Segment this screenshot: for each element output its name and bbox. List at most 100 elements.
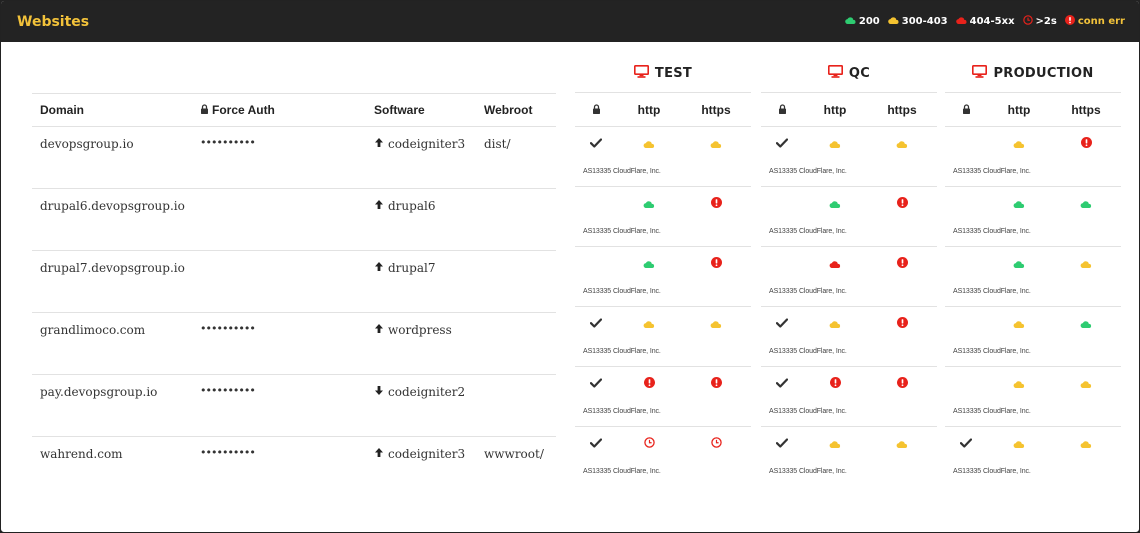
- force-auth-password: ••••••••••: [200, 136, 256, 149]
- cloud-warn-icon[interactable]: [1013, 373, 1025, 392]
- cloud-warn-icon[interactable]: [1013, 313, 1025, 332]
- cloud-warn-icon[interactable]: [829, 313, 841, 332]
- monitor-icon: [972, 64, 988, 82]
- environment-row: AS13335 CloudFlare, Inc.: [945, 427, 1121, 487]
- cloud-warn-icon[interactable]: [1080, 433, 1092, 452]
- arrow-up-icon: [374, 323, 384, 337]
- error-icon[interactable]: [710, 253, 722, 272]
- cloud-warn-icon[interactable]: [896, 133, 908, 152]
- asn-label: AS13335 CloudFlare, Inc.: [953, 348, 1031, 355]
- cloud-warn-icon[interactable]: [829, 433, 841, 452]
- cloud-warn-icon[interactable]: [829, 133, 841, 152]
- clock-icon[interactable]: [643, 433, 655, 452]
- app-window: Websites 200 300-403 404-5xx >2s conn err Do…: [0, 0, 1140, 533]
- table-row: grandlimoco.com •••••••••• wordpress: [32, 313, 556, 375]
- https-header: https: [1071, 102, 1101, 117]
- domain-link[interactable]: drupal6.devopsgroup.io: [32, 199, 200, 213]
- cloud-ok-icon[interactable]: [1080, 313, 1092, 332]
- cloud-warn-icon[interactable]: [710, 133, 722, 152]
- clock-icon: [1022, 15, 1033, 28]
- legend-item: conn err: [1064, 15, 1125, 28]
- domain-link[interactable]: wahrend.com: [32, 447, 200, 461]
- legend-label: 404-5xx: [969, 16, 1015, 27]
- error-icon[interactable]: [896, 373, 908, 392]
- environment-row: AS13335 CloudFlare, Inc.: [761, 427, 937, 487]
- lock-icon: [592, 103, 601, 117]
- environment-row: AS13335 CloudFlare, Inc.: [761, 307, 937, 367]
- cloud-warn-icon[interactable]: [1080, 253, 1092, 272]
- environment-row: AS13335 CloudFlare, Inc.: [575, 427, 751, 487]
- cloud-ok-icon[interactable]: [1013, 253, 1025, 272]
- legend-item: 300-403: [887, 16, 948, 27]
- error-icon[interactable]: [896, 193, 908, 212]
- domain-link[interactable]: grandlimoco.com: [32, 323, 200, 337]
- asn-label: AS13335 CloudFlare, Inc.: [583, 168, 661, 175]
- cloud-ok-icon[interactable]: [643, 193, 655, 212]
- environment-row: AS13335 CloudFlare, Inc.: [575, 247, 751, 307]
- webroot: dist/: [484, 137, 511, 151]
- cloud-warn-icon[interactable]: [643, 133, 655, 152]
- error-icon[interactable]: [643, 373, 655, 392]
- lock-icon: [962, 103, 971, 117]
- environment-panel-qc: QC http https AS13335 CloudFlare, Inc. AS133…: [761, 54, 937, 487]
- error-icon[interactable]: [1080, 133, 1092, 152]
- cloud-ok-icon[interactable]: [829, 193, 841, 212]
- environment-title: TEST: [575, 54, 751, 93]
- cloud-warn-icon[interactable]: [643, 313, 655, 332]
- asn-label: AS13335 CloudFlare, Inc.: [769, 168, 847, 175]
- clock-icon[interactable]: [710, 433, 722, 452]
- table-row: devopsgroup.io •••••••••• codeigniter3 dist…: [32, 127, 556, 189]
- cloud-ok-icon[interactable]: [1080, 193, 1092, 212]
- domain-link[interactable]: drupal7.devopsgroup.io: [32, 261, 200, 275]
- table-row: pay.devopsgroup.io •••••••••• codeigniter2: [32, 375, 556, 437]
- legend-label: >2s: [1035, 16, 1057, 27]
- asn-label: AS13335 CloudFlare, Inc.: [769, 468, 847, 475]
- asn-label: AS13335 CloudFlare, Inc.: [769, 408, 847, 415]
- error-icon[interactable]: [829, 373, 841, 392]
- cloud-warn-icon[interactable]: [1013, 133, 1025, 152]
- status-legend: 200 300-403 404-5xx >2s conn err: [845, 15, 1125, 28]
- software-name: wordpress: [388, 323, 452, 337]
- cloud-warn-icon[interactable]: [1080, 373, 1092, 392]
- arrow-up-icon: [374, 447, 384, 461]
- lock-icon: [778, 103, 787, 117]
- domain-header: Domain: [40, 103, 85, 117]
- top-bar: Websites 200 300-403 404-5xx >2s conn err: [1, 1, 1139, 42]
- environment-row: AS13335 CloudFlare, Inc.: [761, 127, 937, 187]
- environment-row: AS13335 CloudFlare, Inc.: [761, 247, 937, 307]
- domain-link[interactable]: devopsgroup.io: [32, 137, 200, 151]
- software-name: codeigniter2: [388, 385, 466, 399]
- cloud-ok-icon[interactable]: [643, 253, 655, 272]
- environment-row: AS13335 CloudFlare, Inc.: [575, 187, 751, 247]
- arrow-up-icon: [374, 137, 384, 151]
- asn-label: AS13335 CloudFlare, Inc.: [583, 468, 661, 475]
- table-header: Domain Force Auth Software Webroot: [32, 93, 556, 127]
- software-name: codeigniter3: [388, 137, 466, 151]
- environment-header: http https: [761, 93, 937, 127]
- legend-label: conn err: [1077, 16, 1125, 27]
- error-icon[interactable]: [896, 313, 908, 332]
- error-icon[interactable]: [710, 193, 722, 212]
- table-row: wahrend.com •••••••••• codeigniter3 wwwroot…: [32, 437, 556, 499]
- app-title[interactable]: Websites: [17, 14, 89, 30]
- check-icon: [775, 313, 789, 332]
- error-icon[interactable]: [710, 373, 722, 392]
- check-icon: [775, 433, 789, 452]
- asn-label: AS13335 CloudFlare, Inc.: [953, 468, 1031, 475]
- check-icon: [589, 373, 603, 392]
- legend-item: 404-5xx: [955, 16, 1015, 27]
- error-icon[interactable]: [896, 253, 908, 272]
- cloud-warn-icon[interactable]: [896, 433, 908, 452]
- cloud-ok-icon[interactable]: [1013, 193, 1025, 212]
- webroot-header: Webroot: [484, 103, 533, 117]
- cloud-error-icon[interactable]: [829, 253, 841, 272]
- lock-icon: [200, 103, 209, 117]
- environment-row: AS13335 CloudFlare, Inc.: [761, 187, 937, 247]
- cloud-warn-icon[interactable]: [1013, 433, 1025, 452]
- cloud-icon: [955, 16, 967, 27]
- asn-label: AS13335 CloudFlare, Inc.: [583, 228, 661, 235]
- cloud-warn-icon[interactable]: [710, 313, 722, 332]
- check-icon: [589, 313, 603, 332]
- domain-link[interactable]: pay.devopsgroup.io: [32, 385, 200, 399]
- environment-row: AS13335 CloudFlare, Inc.: [575, 367, 751, 427]
